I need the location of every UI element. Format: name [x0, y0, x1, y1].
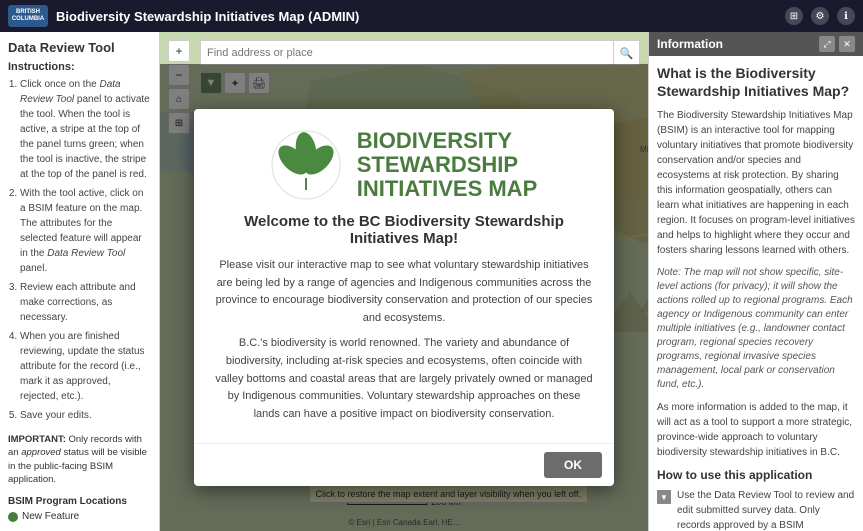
modal-title-line1: BIODIVERSITY: [357, 129, 538, 153]
how-to-text: Use the Data Review Tool to review and e…: [677, 488, 855, 531]
bsim-dot: [8, 512, 18, 522]
right-panel: Information ⤢ ✕ What is the Biodiversity…: [648, 32, 863, 531]
leaf-icon: [271, 130, 341, 200]
main-heading: What is the Biodiversity Stewardship Ini…: [657, 64, 855, 100]
modal-title-line2: STEWARDSHIP: [357, 153, 538, 177]
important-note: IMPORTANT: Only records with an approved…: [8, 433, 151, 486]
bc-logo-text: BRITISH COLUMBIA: [12, 9, 44, 22]
map-area[interactable]: Victoria Milligan + − ⌂ ⊞ 🔍 ▼ ✦ 🖨: [160, 32, 648, 531]
modal-title-line3: INITIATIVES MAP: [357, 177, 538, 201]
modal-title-block: BIODIVERSITY STEWARDSHIP INITIATIVES MAP: [357, 129, 538, 202]
bsim-section: BSIM Program Locations New Feature: [8, 496, 151, 522]
instruction-4: When you are finished reviewing, update …: [20, 329, 151, 404]
bsim-dot-row: New Feature: [8, 511, 151, 522]
search-button[interactable]: 🔍: [614, 40, 640, 66]
search-bar: 🔍: [200, 40, 640, 66]
info-label: Information: [657, 37, 723, 51]
instructions-list: Click once on the Data Review Tool panel…: [8, 77, 151, 427]
modal-logo-area: BIODIVERSITY STEWARDSHIP INITIATIVES MAP: [214, 129, 594, 202]
use-tool-row: ▼ Use the Data Review Tool to review and…: [657, 488, 855, 531]
modal-body: BIODIVERSITY STEWARDSHIP INITIATIVES MAP…: [194, 109, 614, 444]
note-text: Note: The map will not show specific, si…: [657, 266, 855, 392]
instruction-1: Click once on the Data Review Tool panel…: [20, 77, 151, 182]
zoom-in-button[interactable]: +: [168, 40, 190, 62]
instruction-3: Review each attribute and make correctio…: [20, 280, 151, 325]
search-input[interactable]: [200, 40, 614, 66]
right-panel-content: What is the Biodiversity Stewardship Ini…: [649, 56, 863, 531]
settings-icon[interactable]: ⚙: [811, 7, 829, 25]
info-icon[interactable]: ℹ: [837, 7, 855, 25]
para1: The Biodiversity Stewardship Initiatives…: [657, 108, 855, 258]
main-layout: Data Review Tool Instructions: Click onc…: [0, 32, 863, 531]
panel-header-buttons: ⤢ ✕: [819, 36, 855, 52]
ok-button[interactable]: OK: [544, 452, 602, 478]
grid-icon[interactable]: ⊞: [785, 7, 803, 25]
logo-area: BRITISH COLUMBIA: [8, 5, 48, 27]
modal-text2: B.C.'s biodiversity is world renowned. T…: [214, 335, 594, 423]
right-panel-header: Information ⤢ ✕: [649, 32, 863, 56]
modal-text1: Please visit our interactive map to see …: [214, 257, 594, 327]
resize-icon[interactable]: ⤢: [819, 36, 835, 52]
how-to-heading: How to use this application: [657, 468, 855, 482]
app-header: BRITISH COLUMBIA Biodiversity Stewardshi…: [0, 0, 863, 32]
instructions-label: Instructions:: [8, 61, 151, 73]
header-icons: ⊞ ⚙ ℹ: [785, 7, 855, 25]
app-title: Biodiversity Stewardship Initiatives Map…: [56, 9, 777, 24]
panel-title: Data Review Tool: [8, 40, 151, 55]
modal-footer: OK: [194, 443, 614, 486]
filter-icon-small: ▼: [657, 490, 671, 504]
instruction-5: Save your edits.: [20, 408, 151, 423]
bsim-dot-label: New Feature: [22, 511, 79, 522]
modal-heading: Welcome to the BC Biodiversity Stewardsh…: [214, 213, 594, 247]
close-panel-button[interactable]: ✕: [839, 36, 855, 52]
bc-logo: BRITISH COLUMBIA: [8, 5, 48, 27]
left-panel: Data Review Tool Instructions: Click onc…: [0, 32, 160, 531]
instruction-2: With the tool active, click on a BSIM fe…: [20, 186, 151, 276]
para2: As more information is added to the map,…: [657, 400, 855, 460]
modal-overlay: BIODIVERSITY STEWARDSHIP INITIATIVES MAP…: [160, 64, 648, 531]
modal: BIODIVERSITY STEWARDSHIP INITIATIVES MAP…: [194, 109, 614, 487]
bsim-section-title: BSIM Program Locations: [8, 496, 151, 507]
